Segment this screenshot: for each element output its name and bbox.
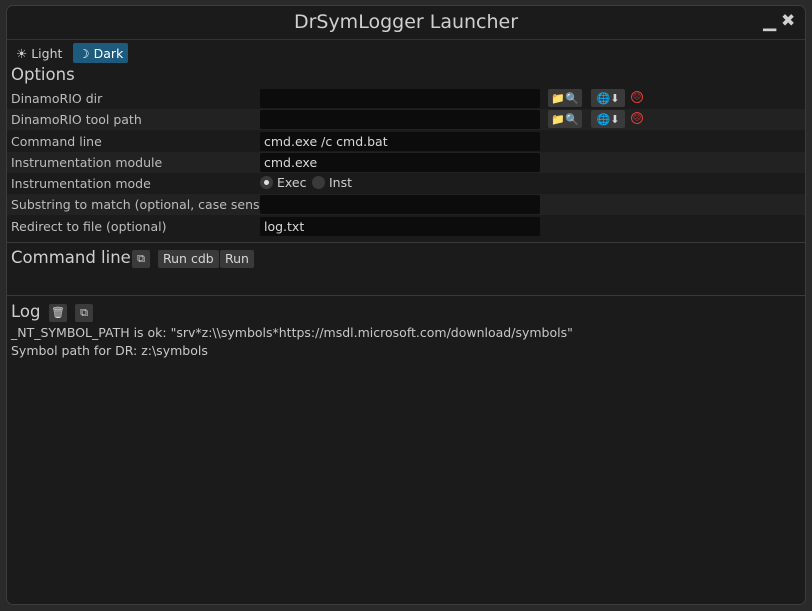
options-heading: Options xyxy=(11,65,75,84)
run-cdb-button[interactable]: Run cdb xyxy=(158,250,219,268)
radio-inst-label: Inst xyxy=(329,175,353,190)
download-button[interactable]: 🌐⬇ xyxy=(591,110,625,128)
dynamorio-dir-input[interactable] xyxy=(260,89,540,108)
option-row-instrumentation-module: Instrumentation module cmd.exe xyxy=(7,152,805,173)
command-line-heading: Command line xyxy=(11,248,131,267)
log-line: _NT_SYMBOL_PATH is ok: "srv*z:\\symbols*… xyxy=(11,325,573,340)
option-label: Redirect to file (optional) xyxy=(11,219,167,234)
dark-theme-label: Dark xyxy=(93,45,124,61)
option-row-redirect: Redirect to file (optional) log.txt xyxy=(7,216,805,237)
light-theme-button[interactable]: ☀ Light xyxy=(11,43,67,63)
option-row-command-line: Command line cmd.exe /c cmd.bat xyxy=(7,131,805,152)
sun-icon: ☀ xyxy=(16,45,28,61)
light-theme-label: Light xyxy=(31,45,63,61)
title-bar[interactable]: DrSymLogger Launcher ▁ ✖ xyxy=(7,6,805,40)
sad-face-icon: ☹ xyxy=(631,112,643,124)
dynamorio-tool-path-input[interactable] xyxy=(260,110,540,129)
log-heading: Log xyxy=(11,302,41,321)
copy-command-button[interactable]: ⧉ xyxy=(132,250,150,268)
radio-exec[interactable]: Exec xyxy=(260,175,306,190)
app-window: DrSymLogger Launcher ▁ ✖ ☀ Light ☽ Dark … xyxy=(6,5,806,605)
globe-download-icon: 🌐⬇ xyxy=(596,91,620,105)
option-row-substring: Substring to match (optional, case sensi… xyxy=(7,194,805,215)
download-button[interactable]: 🌐⬇ xyxy=(591,89,625,107)
folder-search-icon: 📁🔍 xyxy=(551,91,579,105)
substring-input[interactable] xyxy=(260,195,540,214)
copy-icon: ⧉ xyxy=(137,252,145,265)
radio-circle-selected[interactable] xyxy=(260,176,273,189)
window-title: DrSymLogger Launcher xyxy=(293,11,519,33)
copy-log-button[interactable]: ⧉ xyxy=(75,304,93,322)
theme-switcher: ☀ Light ☽ Dark xyxy=(11,43,129,63)
separator xyxy=(7,242,805,243)
browse-folder-button[interactable]: 📁🔍 xyxy=(548,89,582,107)
instrumentation-module-input[interactable]: cmd.exe xyxy=(260,153,540,172)
option-row-instrumentation-mode: Instrumentation mode Exec Inst xyxy=(7,173,805,194)
option-label: Substring to match (optional, case sensi… xyxy=(11,197,292,212)
radio-circle[interactable] xyxy=(312,176,325,189)
option-label: Instrumentation mode xyxy=(11,176,151,191)
option-label: Instrumentation module xyxy=(11,155,163,170)
trash-icon: 🗑 xyxy=(51,306,65,319)
option-label: DinamoRIO tool path xyxy=(11,112,142,127)
command-line-input[interactable]: cmd.exe /c cmd.bat xyxy=(260,132,540,151)
clear-log-button[interactable]: 🗑 xyxy=(49,304,67,322)
copy-icon: ⧉ xyxy=(80,306,88,319)
globe-download-icon: 🌐⬇ xyxy=(596,112,620,126)
dark-theme-button[interactable]: ☽ Dark xyxy=(73,43,129,63)
separator xyxy=(7,295,805,296)
option-label: DinamoRIO dir xyxy=(11,91,103,106)
close-button[interactable]: ✖ xyxy=(781,11,795,31)
minimize-button[interactable]: ▁ xyxy=(763,12,776,32)
browse-file-button[interactable]: 📁🔍 xyxy=(548,110,582,128)
radio-exec-label: Exec xyxy=(277,175,307,190)
moon-icon: ☽ xyxy=(78,45,90,61)
option-row-dynamorio-dir: DinamoRIO dir 📁🔍 🌐⬇ ☹ xyxy=(7,88,805,109)
option-label: Command line xyxy=(11,134,102,149)
folder-search-icon: 📁🔍 xyxy=(551,112,579,126)
option-row-dynamorio-tool-path: DinamoRIO tool path 📁🔍 🌐⬇ ☹ xyxy=(7,109,805,130)
radio-inst[interactable]: Inst xyxy=(312,175,352,190)
log-line: Symbol path for DR: z:\symbols xyxy=(11,343,208,358)
sad-face-icon: ☹ xyxy=(631,91,643,103)
redirect-file-input[interactable]: log.txt xyxy=(260,217,540,236)
run-button[interactable]: Run xyxy=(220,250,254,268)
